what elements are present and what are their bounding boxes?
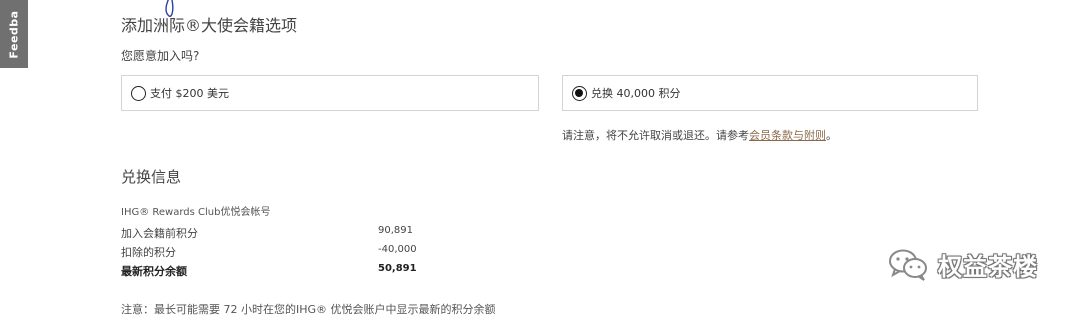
points-before-row: 加入会籍前积分 90,891 (121, 225, 421, 241)
points-before-value: 90,891 (378, 225, 413, 236)
feedback-label: Feedba (7, 9, 21, 59)
pay-option-label: 支付 $200 美元 (150, 87, 229, 100)
feedback-tab[interactable]: Feedba (0, 0, 28, 68)
points-balance-label: 最新积分余额 (121, 265, 187, 278)
section-title: 添加洲际®大使会籍选项 (121, 16, 298, 35)
pay-option[interactable]: 支付 $200 美元 (121, 75, 539, 111)
points-deducted-value: -40,000 (378, 244, 417, 255)
points-deducted-row: 扣除的积分 -40,000 (121, 244, 421, 260)
member-terms-link[interactable]: 会员条款与附则 (749, 129, 826, 142)
points-balance-value: 50,891 (378, 263, 417, 274)
watermark: 权益茶楼 (888, 247, 1038, 282)
balance-footnote: 注意：最长可能需要 72 小时在您的IHG® 优悦会账户中显示最新的积分余额 (121, 303, 496, 316)
redeem-option-label: 兑换 40,000 积分 (591, 87, 681, 100)
wechat-icon (889, 249, 927, 281)
points-before-label: 加入会籍前积分 (121, 227, 198, 240)
notice-text: 请注意，将不允许取消或退还。请参考 (562, 129, 749, 142)
pay-radio[interactable] (131, 85, 146, 101)
watermark-text: 权益茶楼 (938, 253, 1038, 281)
redeem-radio[interactable] (572, 85, 587, 101)
points-balance-row: 最新积分余额 50,891 (121, 263, 421, 279)
join-question: 您愿意加入吗? (121, 49, 200, 63)
points-deducted-label: 扣除的积分 (121, 246, 176, 259)
cancellation-notice: 请注意，将不允许取消或退还。请参考会员条款与附则。 (562, 127, 837, 143)
notice-end: 。 (826, 129, 837, 142)
redemption-title: 兑换信息 (121, 168, 182, 186)
account-label: IHG® Rewards Club优悦会帐号 (121, 207, 271, 218)
redeem-option[interactable]: 兑换 40,000 积分 (562, 75, 978, 111)
